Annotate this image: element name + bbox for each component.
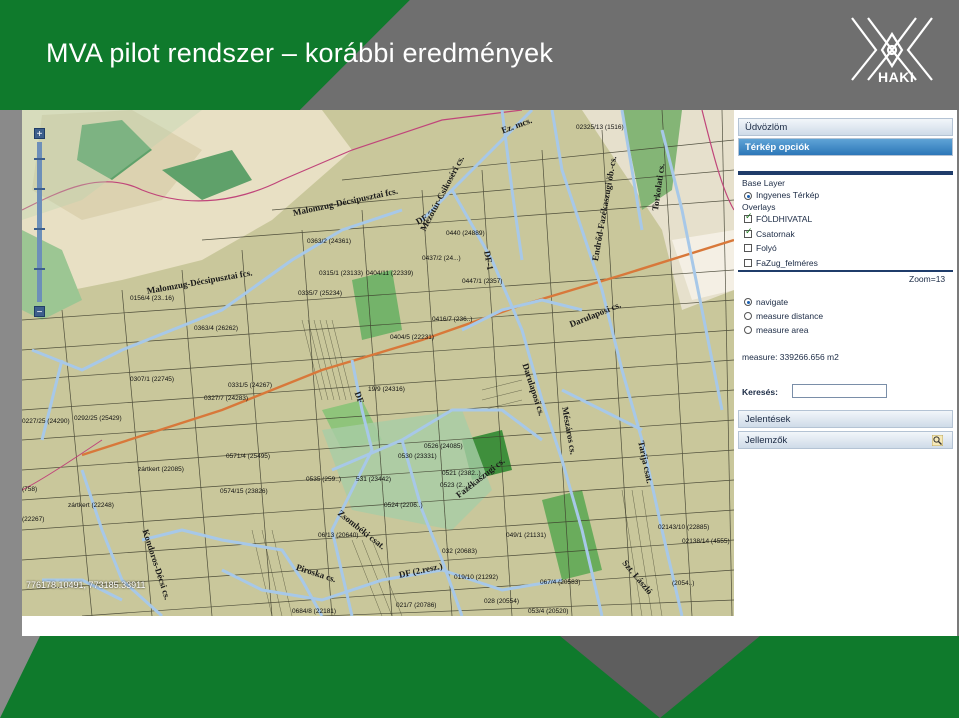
parcel-label: 0363/4 (26262) bbox=[194, 325, 239, 332]
parcel-label: 0447/1 (2357) bbox=[462, 278, 503, 285]
overlay-checkbox[interactable] bbox=[744, 227, 753, 238]
panel-separator bbox=[738, 171, 953, 175]
map-view[interactable]: + − Malomzug-Décsipusztai fcs. Malomzug-… bbox=[22, 110, 734, 616]
features-header[interactable]: Jellemzők bbox=[738, 431, 953, 449]
parcel-label: 19/9 (24316) bbox=[368, 386, 405, 393]
zoom-in-button[interactable]: + bbox=[34, 128, 45, 140]
webgis-app: + − Malomzug-Décsipusztai fcs. Malomzug-… bbox=[22, 110, 957, 636]
parcel-label: 0574/15 (23826) bbox=[220, 488, 268, 495]
parcel-label: 032 (20683) bbox=[442, 548, 478, 555]
parcel-label: zártkert (22248) bbox=[68, 502, 114, 509]
parcel-label: 067/4 (20583) bbox=[540, 579, 581, 586]
reports-header[interactable]: Jelentések bbox=[738, 410, 953, 428]
search-input[interactable] bbox=[792, 384, 887, 398]
magnifier-icon[interactable] bbox=[932, 435, 943, 446]
zoom-level: Zoom=13 bbox=[909, 274, 946, 284]
slide-title: MVA pilot rendszer – korábbi eredmények bbox=[46, 38, 554, 68]
tool-label: navigate bbox=[756, 297, 789, 307]
panel-separator bbox=[738, 270, 953, 272]
search-label: Keresés: bbox=[742, 387, 778, 397]
overlay-checkbox[interactable] bbox=[744, 212, 753, 223]
parcel-label: 0307/1 (22745) bbox=[130, 376, 175, 383]
parcel-label: 0523 (2...) bbox=[440, 482, 470, 489]
parcel-label: 0335/7 (25234) bbox=[298, 290, 343, 297]
parcel-label: 0526 (24085) bbox=[424, 443, 463, 450]
parcel-label: 049/1 (21131) bbox=[506, 532, 546, 539]
parcel-label: (22267) bbox=[22, 516, 45, 523]
parcel-label: 028 (20554) bbox=[484, 598, 520, 605]
zoom-tick bbox=[34, 268, 45, 270]
overlay-label: FÖLDHIVATAL bbox=[756, 214, 813, 224]
overlays-label: Overlays bbox=[742, 202, 776, 212]
overlay-label: Csatornak bbox=[756, 229, 795, 239]
parcel-label: 0227/25 (24290) bbox=[22, 418, 70, 425]
parcel-label: 0524 (2206..) bbox=[384, 502, 423, 509]
parcel-label: 0440 (24889) bbox=[446, 230, 485, 237]
parcel-label: 531 (23442) bbox=[356, 476, 392, 483]
parcel-label: 0416/7 (236..) bbox=[432, 316, 473, 323]
base-layer-label: Base Layer bbox=[742, 178, 785, 188]
parcel-label: 0437/2 (24...) bbox=[422, 255, 461, 262]
parcel-label: 053/4 (20520) bbox=[528, 608, 569, 615]
overlay-label: Folyó bbox=[756, 243, 777, 253]
zoom-tick bbox=[34, 228, 45, 230]
base-layer-radio[interactable] bbox=[744, 192, 752, 200]
tool-label: measure area bbox=[756, 325, 809, 335]
parcel-label: (2054..) bbox=[672, 580, 695, 587]
parcel-label: 019/10 (21292) bbox=[454, 574, 499, 581]
zoom-slider-track[interactable] bbox=[37, 142, 42, 302]
parcel-label: 0292/25 (25429) bbox=[74, 415, 122, 422]
parcel-label: 0315/1 (23133) bbox=[319, 270, 364, 277]
tool-radio-measure-distance[interactable] bbox=[744, 312, 752, 320]
overlay-label: FaZug_felméres bbox=[756, 258, 818, 268]
parcel-label: 0331/5 (24267) bbox=[228, 382, 273, 389]
coordinate-readout: 776178.10491, 773185.33911 bbox=[26, 580, 146, 590]
parcel-label: 02143/10 (22885) bbox=[658, 524, 710, 531]
welcome-header[interactable]: Üdvözlöm bbox=[738, 118, 953, 136]
tool-radio-navigate[interactable] bbox=[744, 298, 752, 306]
overlay-checkbox[interactable] bbox=[744, 259, 752, 267]
zoom-tick bbox=[34, 158, 45, 160]
parcel-label: 0363/2 (24361) bbox=[307, 238, 352, 245]
zoom-slider-handle[interactable] bbox=[34, 188, 45, 190]
parcel-label: 0404/5 (22231) bbox=[390, 334, 435, 341]
parcel-label: 0684/8 (22181) bbox=[292, 608, 337, 615]
overlay-checkbox[interactable] bbox=[744, 244, 752, 252]
measure-result: measure: 339266.656 m2 bbox=[742, 352, 839, 362]
parcel-label: 0530 (23331) bbox=[398, 453, 437, 460]
logo-text: HAKI bbox=[878, 69, 915, 85]
parcel-label: 0404/11 (22339) bbox=[366, 270, 414, 277]
parcel-label: 02138/14 (4555) bbox=[682, 538, 730, 545]
side-panel: Üdvözlöm Térkép opciók Base Layer Ingyen… bbox=[736, 110, 957, 636]
map-options-header[interactable]: Térkép opciók bbox=[738, 138, 953, 156]
base-layer-option: Ingyenes Térkép bbox=[756, 190, 820, 200]
parcel-label: 0521 (2382..) bbox=[442, 470, 481, 477]
zoom-out-button[interactable]: − bbox=[34, 306, 45, 318]
parcel-label: zártkert (22085) bbox=[138, 466, 184, 473]
parcel-label: 021/7 (20786) bbox=[396, 602, 437, 609]
zoom-control: + − bbox=[34, 128, 45, 318]
parcel-label: 06/13 (20640) bbox=[318, 532, 359, 539]
parcel-label: 0327/7 (24283) bbox=[204, 395, 249, 402]
parcel-label: 0156/4 (23..16) bbox=[130, 295, 175, 302]
parcel-label: 0571/4 (25495) bbox=[226, 453, 271, 460]
tool-label: measure distance bbox=[756, 311, 824, 321]
parcel-label: 0535 (259..) bbox=[306, 476, 342, 483]
parcel-label: 02325/13 (1516) bbox=[576, 124, 624, 131]
parcel-label: (758) bbox=[22, 486, 38, 493]
tool-radio-measure-area[interactable] bbox=[744, 326, 752, 334]
